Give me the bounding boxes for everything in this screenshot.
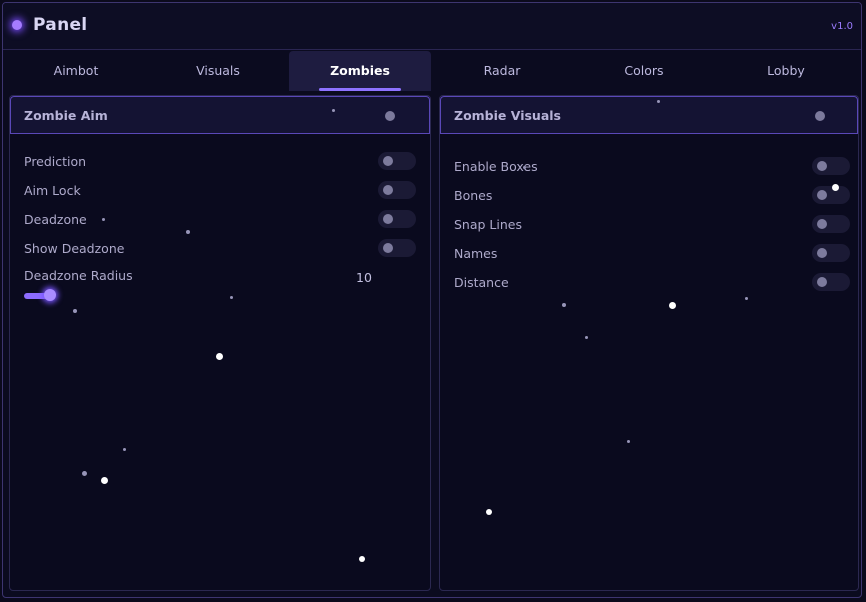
star-decoration — [523, 166, 526, 169]
toggle-knob — [383, 214, 393, 224]
option-distance: Distance — [454, 273, 850, 293]
panel-window: Panel v1.0 Aimbot Visuals Zombies Radar … — [2, 2, 862, 598]
star-decoration — [102, 218, 105, 221]
zombie-visuals-header: Zombie Visuals — [440, 96, 858, 134]
toggle-knob — [383, 156, 393, 166]
title-bar[interactable]: Panel v1.0 — [3, 3, 861, 50]
tab-aimbot[interactable]: Aimbot — [5, 51, 147, 91]
option-names: Names — [454, 244, 850, 264]
star-decoration — [230, 296, 233, 299]
zombie-visuals-panel: Zombie Visuals Enable Boxes Bones Snap L… — [439, 95, 859, 591]
star-decoration — [123, 448, 126, 451]
status-dot-icon — [12, 20, 22, 30]
tab-visuals[interactable]: Visuals — [147, 51, 289, 91]
zombie-aim-header: Zombie Aim — [10, 96, 430, 134]
toggle-knob — [817, 248, 827, 258]
option-aim-lock: Aim Lock — [24, 181, 416, 201]
tab-colors[interactable]: Colors — [573, 51, 715, 91]
tab-radar[interactable]: Radar — [431, 51, 573, 91]
option-label: Names — [454, 246, 498, 261]
option-label: Show Deadzone — [24, 241, 125, 256]
star-decoration — [486, 509, 492, 515]
star-decoration — [669, 302, 676, 309]
deadzone-radius-value: 10 — [356, 270, 372, 285]
zombie-visuals-master-toggle[interactable] — [815, 111, 825, 121]
option-label: Prediction — [24, 154, 87, 169]
zombie-aim-master-toggle[interactable] — [385, 111, 395, 121]
option-label: Aim Lock — [24, 183, 81, 198]
toggle-knob — [817, 277, 827, 287]
star-decoration — [745, 297, 748, 300]
distance-toggle[interactable] — [812, 273, 850, 291]
bones-toggle[interactable] — [812, 186, 850, 204]
show-deadzone-toggle[interactable] — [378, 239, 416, 257]
toggle-knob — [817, 190, 827, 200]
tab-lobby[interactable]: Lobby — [715, 51, 857, 91]
option-label: Bones — [454, 188, 493, 203]
option-prediction: Prediction — [24, 152, 416, 172]
snap-lines-toggle[interactable] — [812, 215, 850, 233]
zombie-aim-panel: Zombie Aim Prediction Aim Lock Deadzone … — [9, 95, 431, 591]
option-label: Deadzone — [24, 212, 87, 227]
toggle-knob — [383, 185, 393, 195]
option-label: Distance — [454, 275, 509, 290]
version-label: v1.0 — [831, 21, 853, 32]
option-bones: Bones — [454, 186, 850, 206]
deadzone-toggle[interactable] — [378, 210, 416, 228]
star-decoration — [216, 353, 223, 360]
zombie-aim-title: Zombie Aim — [24, 108, 108, 123]
star-decoration — [562, 303, 566, 307]
window-title: Panel — [33, 15, 88, 35]
toggle-knob — [817, 219, 827, 229]
star-decoration — [82, 471, 87, 476]
slider-label: Deadzone Radius — [24, 268, 133, 283]
option-deadzone: Deadzone — [24, 210, 416, 230]
star-decoration — [73, 309, 77, 313]
enable-boxes-toggle[interactable] — [812, 157, 850, 175]
deadzone-radius-slider-handle[interactable] — [44, 289, 56, 301]
star-decoration — [332, 109, 335, 112]
star-decoration — [657, 100, 660, 103]
toggle-knob — [383, 243, 393, 253]
option-show-deadzone: Show Deadzone — [24, 239, 416, 259]
option-enable-boxes: Enable Boxes — [454, 157, 850, 177]
aim-lock-toggle[interactable] — [378, 181, 416, 199]
zombie-visuals-title: Zombie Visuals — [454, 108, 561, 123]
tab-bar: Aimbot Visuals Zombies Radar Colors Lobb… — [5, 51, 857, 91]
tab-zombies[interactable]: Zombies — [289, 51, 431, 91]
prediction-toggle[interactable] — [378, 152, 416, 170]
star-decoration — [585, 336, 588, 339]
star-decoration — [832, 184, 839, 191]
star-decoration — [359, 556, 365, 562]
option-snap-lines: Snap Lines — [454, 215, 850, 235]
option-label: Snap Lines — [454, 217, 522, 232]
star-decoration — [627, 440, 630, 443]
star-decoration — [101, 477, 108, 484]
names-toggle[interactable] — [812, 244, 850, 262]
toggle-knob — [817, 161, 827, 171]
star-decoration — [186, 230, 190, 234]
